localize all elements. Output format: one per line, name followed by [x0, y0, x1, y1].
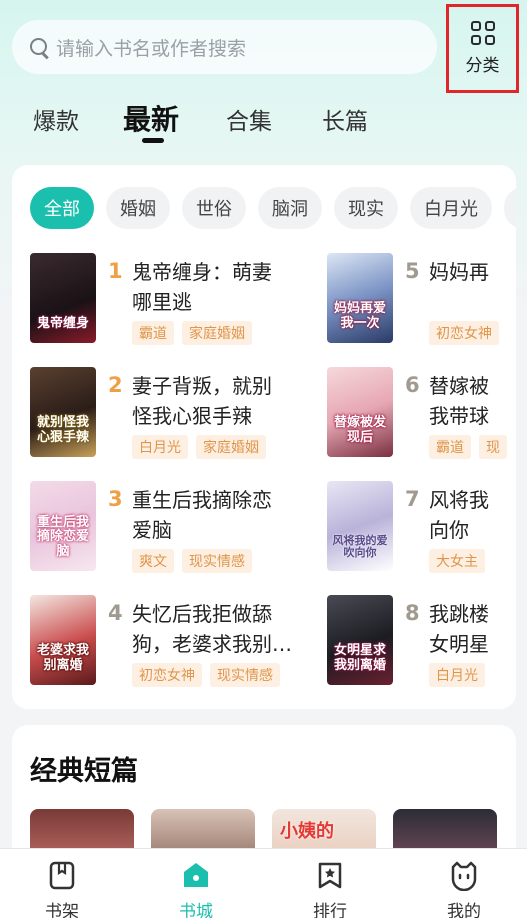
chip-brainstorm[interactable]: 脑洞: [258, 187, 322, 229]
book-item[interactable]: 女明星求我别离婚 8 我跳楼 女明星 白月光: [327, 595, 516, 690]
book-title: 风将我 向你: [429, 488, 489, 542]
bottom-navigation: 书架 书城 排行 我的: [0, 848, 527, 918]
rank-number: 8: [405, 601, 420, 625]
book-tag: 现: [479, 435, 507, 459]
nav-profile[interactable]: 我的: [414, 849, 514, 918]
book-title: 失忆后我拒做舔 狗，老婆求我别…: [132, 602, 292, 656]
nav-ranking[interactable]: 排行: [280, 849, 380, 918]
chip-more[interactable]: [504, 187, 516, 229]
category-label: 分类: [465, 56, 500, 76]
book-title: 妈妈再: [429, 260, 489, 284]
grid-icon: [470, 21, 495, 45]
nav-bookshelf[interactable]: 书架: [12, 849, 112, 918]
nav-label: 排行: [313, 902, 347, 918]
nav-label: 书架: [45, 902, 79, 918]
book-tag: 现实情感: [182, 549, 252, 573]
book-cover: 替嫁被发现后: [327, 367, 393, 457]
book-cover: 重生后我摘除恋爱脑: [30, 481, 96, 571]
book-tag: 初恋女神: [132, 663, 202, 687]
chip-marriage[interactable]: 婚姻: [106, 187, 170, 229]
ranking-icon: [318, 862, 342, 889]
book-item[interactable]: 重生后我摘除恋爱脑 3 重生后我摘除恋 爱脑 爽文 现实情感: [30, 481, 272, 576]
book-tags: 霸道 现: [429, 435, 507, 459]
book-title: 妻子背叛，就别 怪我心狠手辣: [132, 374, 272, 428]
cover-title: 重生后我摘除恋爱脑: [36, 515, 89, 559]
book-tags: 白月光: [429, 663, 485, 687]
book-title: 替嫁被 我带球: [429, 374, 489, 428]
rank-number: 4: [108, 601, 123, 625]
book-tag: 霸道: [429, 435, 471, 459]
book-tags: 爽文 现实情感: [132, 549, 252, 573]
cover-title: 鬼帝缠身: [36, 315, 89, 331]
cover-title: 小姨的: [280, 821, 334, 842]
book-item[interactable]: 妈妈再爱我一次 5 妈妈再 初恋女神: [327, 253, 516, 348]
book-item[interactable]: 替嫁被发现后 6 替嫁被 我带球 霸道 现: [327, 367, 516, 462]
classic-shorts-section: 经典短篇 小姨的: [12, 725, 516, 865]
book-cover: 老婆求我别离婚: [30, 595, 96, 685]
book-tag: 初恋女神: [429, 321, 499, 345]
cover-title: 妈妈再爱我一次: [333, 301, 386, 331]
search-placeholder: 请输入书名或作者搜索: [56, 37, 247, 60]
tab-long[interactable]: 长篇: [322, 102, 368, 136]
tab-newest[interactable]: 最新: [123, 98, 179, 138]
book-item[interactable]: 老婆求我别离婚 4 失忆后我拒做舔 狗，老婆求我别… 初恋女神 现实情感: [30, 595, 292, 690]
cover-title: 女明星求我别离婚: [333, 643, 386, 673]
book-cover: 女明星求我别离婚: [327, 595, 393, 685]
nav-label: 书城: [179, 902, 213, 918]
cover-title: 风将我的爱吹向你: [332, 533, 388, 559]
category-button[interactable]: 分类: [446, 4, 519, 93]
cover-title: 替嫁被发现后: [333, 415, 386, 445]
book-tag: 大女主: [429, 549, 485, 573]
search-icon: [28, 36, 50, 58]
book-title: 我跳楼 女明星: [429, 602, 489, 656]
filter-chips: 全部 婚姻 世俗 脑洞 现实 白月光: [12, 187, 516, 231]
rank-number: 2: [108, 373, 123, 397]
book-item[interactable]: 鬼帝缠身 1 鬼帝缠身：萌妻 哪里逃 霸道 家庭婚姻: [30, 253, 272, 348]
chip-reality[interactable]: 现实: [334, 187, 398, 229]
book-tag: 白月光: [429, 663, 485, 687]
book-cover: 风将我的爱吹向你: [327, 481, 393, 571]
rank-number: 3: [108, 487, 123, 511]
nav-label: 我的: [447, 902, 481, 918]
book-tag: 霸道: [132, 321, 174, 345]
tab-collection[interactable]: 合集: [226, 102, 272, 136]
book-tags: 初恋女神: [429, 321, 499, 345]
book-cover: 鬼帝缠身: [30, 253, 96, 343]
rank-number: 7: [405, 487, 420, 511]
book-tags: 大女主: [429, 549, 485, 573]
book-tags: 霸道 家庭婚姻: [132, 321, 252, 345]
book-item[interactable]: 就别怪我心狠手辣 2 妻子背叛，就别 怪我心狠手辣 白月光 家庭婚姻: [30, 367, 272, 462]
rank-number: 6: [405, 373, 420, 397]
book-tags: 白月光 家庭婚姻: [132, 435, 266, 459]
cover-title: 就别怪我心狠手辣: [36, 415, 89, 445]
book-item[interactable]: 风将我的爱吹向你 7 风将我 向你 大女主: [327, 481, 516, 576]
book-tag: 爽文: [132, 549, 174, 573]
book-tag: 家庭婚姻: [196, 435, 266, 459]
book-tag: 家庭婚姻: [182, 321, 252, 345]
tab-hot[interactable]: 爆款: [33, 102, 79, 136]
book-title: 重生后我摘除恋 爱脑: [132, 488, 272, 542]
bookshelf-icon: [49, 861, 75, 890]
bookstore-icon: [184, 863, 208, 887]
book-tag: 白月光: [132, 435, 188, 459]
book-tags: 初恋女神 现实情感: [132, 663, 280, 687]
profile-icon: [451, 861, 477, 891]
tab-bar: 爆款 最新 合集 长篇: [0, 96, 527, 146]
chip-secular[interactable]: 世俗: [182, 187, 246, 229]
book-cover: 就别怪我心狠手辣: [30, 367, 96, 457]
search-bar[interactable]: 请输入书名或作者搜索: [12, 20, 437, 74]
rank-number: 5: [405, 259, 420, 283]
newest-books-card: 全部 婚姻 世俗 脑洞 现实 白月光 鬼帝缠身 1 鬼帝缠身：萌妻 哪里逃 霸道…: [12, 165, 516, 709]
tab-active-indicator: [142, 138, 164, 143]
book-title: 鬼帝缠身：萌妻 哪里逃: [132, 260, 272, 314]
chip-white-moonlight[interactable]: 白月光: [410, 187, 492, 229]
nav-bookstore[interactable]: 书城: [146, 849, 246, 918]
book-tag: 现实情感: [210, 663, 280, 687]
cover-title: 老婆求我别离婚: [36, 643, 89, 673]
rank-number: 1: [108, 259, 123, 283]
section-title: 经典短篇: [30, 756, 138, 787]
chip-all[interactable]: 全部: [30, 187, 94, 229]
book-cover: 妈妈再爱我一次: [327, 253, 393, 343]
